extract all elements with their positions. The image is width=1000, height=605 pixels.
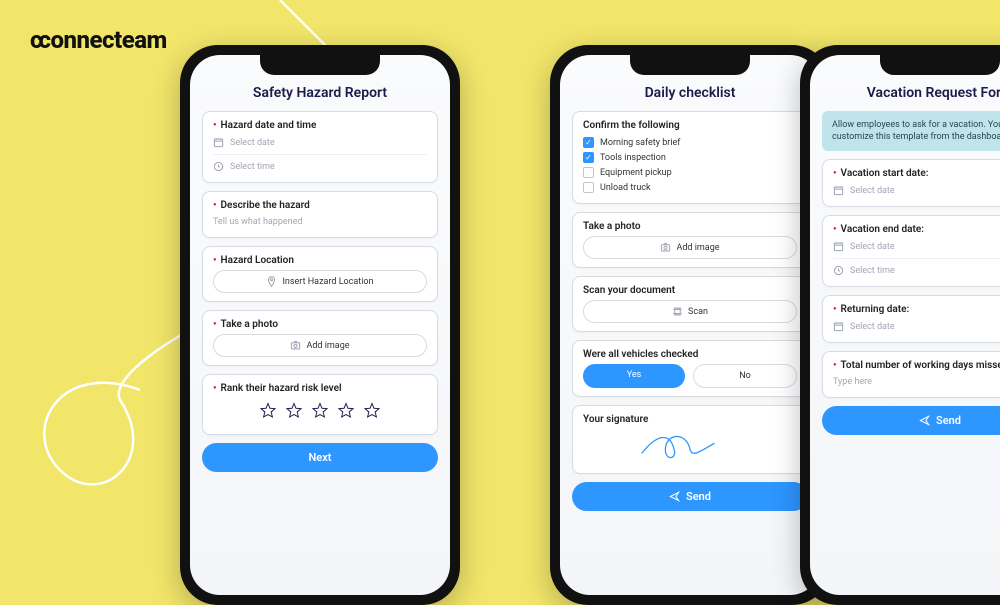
phone-notch bbox=[260, 55, 380, 75]
calendar-icon bbox=[213, 137, 224, 148]
page-title: Safety Hazard Report bbox=[202, 85, 438, 101]
scanner-icon bbox=[672, 306, 683, 317]
page-title: Vacation Request Form bbox=[822, 85, 1000, 101]
checklist-item-label: Morning safety brief bbox=[600, 138, 680, 148]
camera-icon bbox=[290, 340, 301, 351]
label-rank: Rank their hazard risk level bbox=[221, 383, 342, 394]
field-signature[interactable]: Your signature bbox=[572, 405, 808, 474]
add-image-button[interactable]: Add image bbox=[213, 334, 427, 357]
field-rank-risk: •Rank their hazard risk level bbox=[202, 374, 438, 435]
calendar-icon bbox=[833, 185, 844, 196]
label-photo: Take a photo bbox=[583, 221, 641, 232]
field-vehicles-checked: Were all vehicles checked Yes No bbox=[572, 340, 808, 397]
checklist-item-label: Unload truck bbox=[600, 183, 651, 193]
type-here-placeholder: Type here bbox=[833, 377, 872, 387]
calendar-icon bbox=[833, 321, 844, 332]
checklist-item[interactable]: ✓ Morning safety brief bbox=[583, 135, 797, 150]
star-icon[interactable] bbox=[337, 402, 355, 424]
checkbox[interactable]: ✓ bbox=[583, 152, 594, 163]
next-button[interactable]: Next bbox=[202, 443, 438, 472]
field-returning-date: •Returning date: Select date bbox=[822, 295, 1000, 343]
select-date-row[interactable]: Select date bbox=[213, 135, 427, 150]
add-image-button[interactable]: Add image bbox=[583, 236, 797, 259]
field-confirm: Confirm the following ✓ Morning safety br… bbox=[572, 111, 808, 204]
insert-location-button[interactable]: Insert Hazard Location bbox=[213, 270, 427, 293]
connecteam-logo: cconnecteamconnecteam bbox=[30, 26, 167, 54]
star-rating[interactable] bbox=[213, 398, 427, 426]
scan-button[interactable]: Scan bbox=[583, 300, 797, 323]
field-vacation-end: •Vacation end date: Select date Select t… bbox=[822, 215, 1000, 287]
select-time-row[interactable]: Select time bbox=[213, 154, 427, 174]
star-icon[interactable] bbox=[259, 402, 277, 424]
checklist-item[interactable]: Equipment pickup bbox=[583, 165, 797, 180]
camera-icon bbox=[660, 242, 671, 253]
field-days-missed[interactable]: •Total number of working days missed: Ty… bbox=[822, 351, 1000, 398]
phone-daily-checklist: Daily checklist Confirm the following ✓ M… bbox=[550, 45, 830, 605]
star-icon[interactable] bbox=[363, 402, 381, 424]
label-scan: Scan your document bbox=[583, 285, 675, 296]
field-vacation-start: •Vacation start date: Select date bbox=[822, 159, 1000, 207]
star-icon[interactable] bbox=[311, 402, 329, 424]
label-signature: Your signature bbox=[583, 414, 648, 425]
label-start: Vacation start date: bbox=[841, 168, 929, 179]
select-date-row[interactable]: Select date bbox=[833, 183, 1000, 198]
phone-notch bbox=[630, 55, 750, 75]
field-scan-document: Scan your document Scan bbox=[572, 276, 808, 332]
clock-icon bbox=[213, 161, 224, 172]
describe-placeholder: Tell us what happened bbox=[213, 217, 303, 227]
label-describe: Describe the hazard bbox=[221, 200, 310, 211]
checklist-item[interactable]: ✓ Tools inspection bbox=[583, 150, 797, 165]
label-vehicles: Were all vehicles checked bbox=[583, 349, 698, 360]
calendar-icon bbox=[833, 241, 844, 252]
phone-notch bbox=[880, 55, 1000, 75]
clock-icon bbox=[833, 265, 844, 276]
star-icon[interactable] bbox=[285, 402, 303, 424]
field-describe-hazard[interactable]: •Describe the hazard Tell us what happen… bbox=[202, 191, 438, 238]
checklist-item[interactable]: Unload truck bbox=[583, 180, 797, 195]
checkbox[interactable]: ✓ bbox=[583, 137, 594, 148]
field-hazard-location: •Hazard Location Insert Hazard Location bbox=[202, 246, 438, 302]
label-days: Total number of working days missed: bbox=[841, 360, 1000, 371]
field-hazard-datetime: •Hazard date and time Select date Select… bbox=[202, 111, 438, 183]
send-button[interactable]: Send bbox=[572, 482, 808, 511]
label-end: Vacation end date: bbox=[841, 224, 924, 235]
phone-vacation-request: Vacation Request Form Allow employees to… bbox=[800, 45, 1000, 605]
checkbox[interactable] bbox=[583, 167, 594, 178]
no-button[interactable]: No bbox=[693, 364, 797, 388]
select-date-row[interactable]: Select date bbox=[833, 239, 1000, 254]
checklist-item-label: Tools inspection bbox=[600, 153, 666, 163]
send-icon bbox=[669, 491, 680, 502]
field-take-photo: Take a photo Add image bbox=[572, 212, 808, 268]
label-confirm: Confirm the following bbox=[583, 120, 680, 131]
pin-icon bbox=[266, 276, 277, 287]
select-date-row[interactable]: Select date bbox=[833, 319, 1000, 334]
info-banner: Allow employees to ask for a vacation. Y… bbox=[822, 111, 1000, 151]
field-take-photo: •Take a photo Add image bbox=[202, 310, 438, 366]
label-location: Hazard Location bbox=[221, 255, 294, 266]
select-time-row[interactable]: Select time bbox=[833, 258, 1000, 278]
page-title: Daily checklist bbox=[572, 85, 808, 101]
send-button[interactable]: Send bbox=[822, 406, 1000, 435]
yes-button[interactable]: Yes bbox=[583, 364, 685, 388]
send-icon bbox=[919, 415, 930, 426]
label-photo: Take a photo bbox=[221, 319, 279, 330]
label-hazard-datetime: Hazard date and time bbox=[221, 120, 317, 131]
label-return: Returning date: bbox=[841, 304, 910, 315]
phone-safety-hazard: Safety Hazard Report •Hazard date and ti… bbox=[180, 45, 460, 605]
checkbox[interactable] bbox=[583, 182, 594, 193]
signature-canvas[interactable] bbox=[583, 429, 797, 461]
checklist-item-label: Equipment pickup bbox=[600, 168, 672, 178]
